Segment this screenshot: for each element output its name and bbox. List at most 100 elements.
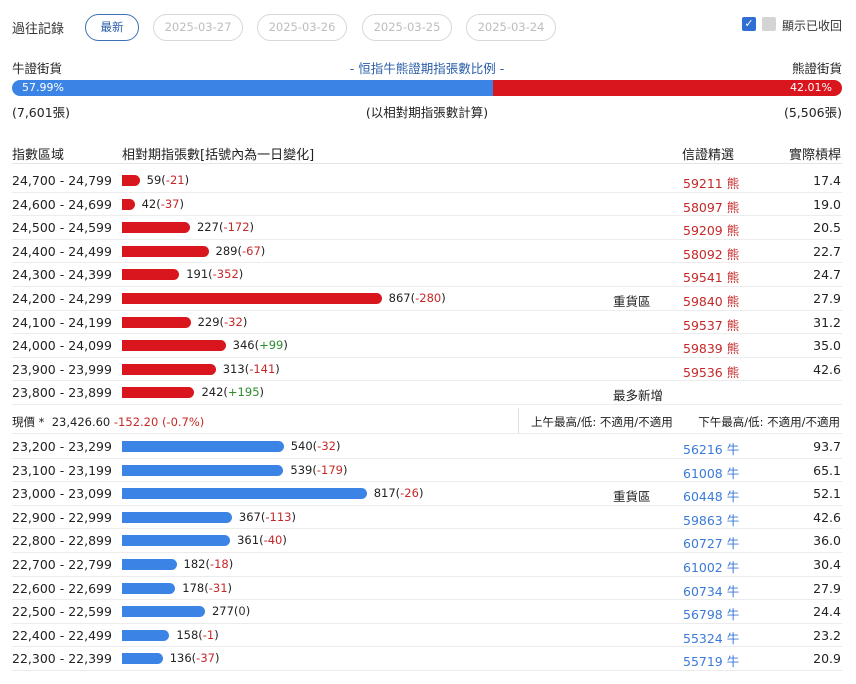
contracts-change: -18 (209, 557, 229, 571)
contracts-number: 346 (232, 338, 255, 353)
bear-contracts-bar (122, 222, 190, 234)
bear-contracts-bar (122, 269, 180, 281)
table-row: 24,100 - 24,199 229(-32) 59537 熊 31.2 (12, 311, 842, 335)
warrant-code-link[interactable]: 60448 牛 (683, 486, 739, 505)
bull-ratio-fill: 57.99% (12, 80, 494, 96)
warrant-code-link[interactable]: 56216 牛 (683, 439, 739, 458)
bear-contracts-bar (122, 363, 216, 375)
table-row: 22,300 - 22,399 136(-37) 55719 牛 20.9 (12, 647, 842, 671)
warrant-code-link[interactable]: 59839 熊 (683, 338, 739, 357)
warrant-code-link[interactable]: 58097 熊 (683, 197, 739, 216)
row-range: 23,200 - 23,299 (12, 439, 112, 454)
ratio-header: 牛證街貨 - 恒指牛熊證期指張數比例 - 熊證街貨 (12, 58, 842, 76)
contracts-change: -37 (196, 651, 215, 666)
row-contracts-value: 539(-179) (290, 462, 348, 477)
row-contracts-value: 313(-141) (222, 361, 280, 376)
warrant-code-link[interactable]: 59209 熊 (683, 220, 739, 239)
tab-2025-03-26[interactable]: 2025-03-26 (257, 14, 347, 41)
effective-leverage: 65.1 (813, 462, 841, 478)
effective-leverage: 31.2 (813, 314, 841, 330)
header-contracts: 相對期指張數[括號內為一日變化] (122, 148, 315, 163)
effective-leverage: 27.9 (813, 291, 841, 306)
warrant-code-link[interactable]: 59541 熊 (683, 267, 739, 286)
tab-2025-03-25[interactable]: 2025-03-25 (362, 14, 452, 41)
row-range: 23,900 - 23,999 (12, 361, 112, 377)
warrant-code-link[interactable]: 55324 牛 (683, 628, 739, 647)
effective-leverage: 19.0 (813, 196, 841, 212)
row-range: 22,400 - 22,499 (12, 627, 112, 643)
row-tag: 最多新增 (613, 388, 664, 404)
row-range: 24,300 - 24,399 (12, 267, 112, 283)
contracts-change: -141 (249, 361, 276, 376)
table-row: 24,600 - 24,699 42(-37) 58097 熊 19.0 (12, 193, 842, 217)
row-tag: 重貨區 (613, 294, 651, 309)
history-bar: 過往記錄 最新 2025-03-27 2025-03-26 2025-03-25… (12, 12, 844, 42)
effective-leverage: 93.7 (813, 439, 841, 454)
warrant-code-link[interactable]: 61002 牛 (683, 557, 739, 576)
warrant-code-link[interactable]: 59537 熊 (683, 315, 739, 334)
bull-contracts-bar (122, 606, 205, 618)
row-contracts-value: 817(-26) (373, 486, 424, 501)
row-contracts-value: 178(-31) (182, 580, 233, 595)
warrant-code-link[interactable]: 59863 牛 (683, 510, 739, 529)
bull-contracts-bar (122, 441, 284, 452)
bull-contracts-bar (122, 535, 231, 547)
effective-leverage: 42.6 (813, 509, 841, 525)
row-contracts-value: 42(-37) (141, 196, 185, 211)
table-row: 22,800 - 22,899 361(-40) 60727 牛 36.0 (12, 529, 842, 553)
row-contracts-value: 346(+99) (232, 338, 288, 353)
tab-2025-03-24[interactable]: 2025-03-24 (466, 14, 556, 41)
warrant-code-link[interactable]: 59840 熊 (683, 291, 739, 310)
table-row: 24,700 - 24,799 59(-21) 59211 熊 17.4 (12, 169, 842, 193)
row-contracts-value: 136(-37) (169, 651, 220, 666)
warrant-code-link[interactable]: 59536 熊 (683, 362, 739, 381)
table-row: 23,800 - 23,899 242(+195) 最多新增 (12, 381, 842, 405)
checkbox-checked-icon[interactable]: ✓ (742, 17, 756, 31)
contracts-change: -67 (242, 243, 261, 258)
table-row: 23,100 - 23,199 539(-179) 61008 牛 65.1 (12, 459, 842, 483)
bear-contracts-bar (122, 316, 191, 328)
warrant-code-link[interactable]: 60734 牛 (683, 581, 739, 600)
table-row: 22,500 - 22,599 277(0) 56798 牛 24.4 (12, 600, 842, 624)
effective-leverage: 36.0 (813, 533, 841, 549)
contracts-number: 540 (290, 439, 313, 453)
row-range: 23,800 - 23,899 (12, 385, 112, 401)
bull-bear-ratio-bar: 57.99% 42.01% (12, 80, 842, 96)
row-range: 24,600 - 24,699 (12, 196, 112, 212)
row-range: 24,000 - 24,099 (12, 338, 112, 354)
warrant-code-link[interactable]: 56798 牛 (683, 604, 739, 623)
history-title: 過往記錄 (12, 22, 65, 37)
contracts-number: 867 (388, 291, 411, 305)
row-contracts-value: 229(-32) (197, 314, 248, 329)
warrant-code-link[interactable]: 59211 熊 (683, 173, 739, 192)
row-range: 24,100 - 24,199 (12, 314, 112, 330)
header-warrant: 信證精選 (682, 148, 735, 163)
tab-latest[interactable]: 最新 (85, 14, 139, 41)
row-contracts-value: 182(-18) (183, 557, 234, 571)
tab-2025-03-27[interactable]: 2025-03-27 (153, 14, 243, 41)
contracts-number: 178 (182, 580, 205, 595)
contracts-change: +99 (259, 338, 284, 353)
show-recalled-toggle[interactable]: ✓ 顯示已收回 (742, 16, 842, 34)
effective-leverage: 17.4 (813, 173, 841, 188)
row-range: 24,400 - 24,499 (12, 243, 112, 259)
warrant-code-link[interactable]: 55719 牛 (683, 651, 739, 670)
row-contracts-value: 191(-352) (186, 267, 244, 282)
table-row: 24,000 - 24,099 346(+99) 59839 熊 35.0 (12, 334, 842, 358)
contracts-number: 313 (222, 361, 245, 376)
contracts-change: -280 (415, 291, 442, 305)
current-price-value: 23,426.60 (51, 415, 111, 429)
effective-leverage: 24.4 (813, 604, 841, 620)
bull-contracts-bar (122, 464, 284, 476)
warrant-code-link[interactable]: 60727 牛 (683, 533, 739, 552)
row-range: 22,300 - 22,399 (12, 651, 112, 667)
ratio-footer: (7,601張) (以相對期指張數計算) (5,506張) (12, 102, 842, 120)
warrant-code-link[interactable]: 58092 熊 (683, 244, 739, 263)
checkbox-unchecked-icon[interactable] (762, 17, 776, 31)
warrant-code-link[interactable]: 61008 牛 (683, 463, 739, 482)
contracts-change: +195 (227, 385, 260, 400)
effective-leverage: 22.7 (813, 243, 841, 259)
contracts-change: -31 (208, 580, 228, 595)
contracts-number: 59 (146, 173, 162, 187)
bull-contracts-bar (122, 582, 176, 594)
